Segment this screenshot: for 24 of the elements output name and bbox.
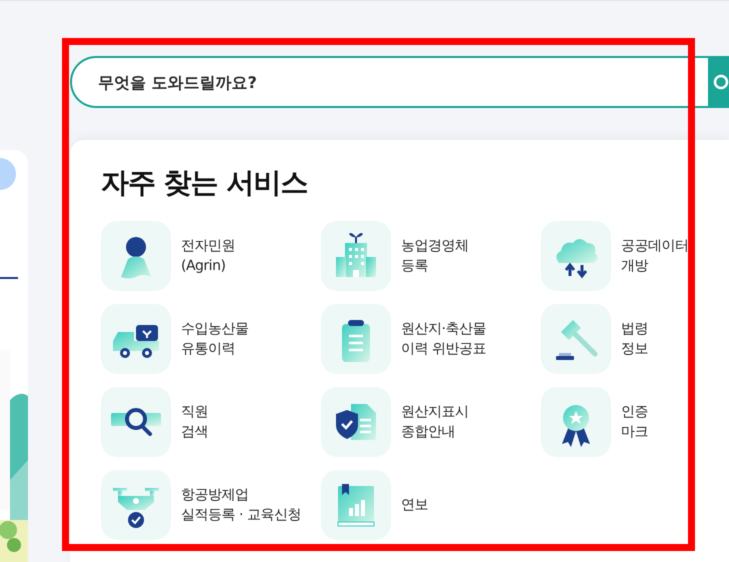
service-item[interactable]: 농업경영체 등록 (321, 221, 468, 291)
service-label: 법령 정보 (621, 320, 648, 359)
search-field[interactable]: 무엇을 도와드릴까요? (70, 56, 708, 108)
service-item[interactable]: 법령 정보 (541, 304, 648, 374)
service-item[interactable]: 전자민원 (Agrin) (101, 221, 235, 291)
service-label: 항공방제업 실적등록 · 교육신청 (181, 486, 301, 525)
service-label: 농업경영체 등록 (401, 237, 468, 276)
service-label: 원산지표시 종합안내 (401, 403, 468, 442)
service-item[interactable]: 직원 검색 (101, 387, 208, 457)
service-label: 직원 검색 (181, 403, 208, 442)
service-label: 연보 (401, 496, 428, 515)
service-label: 수입농산물 유통이력 (181, 320, 248, 359)
service-item[interactable]: 인증 마크 (541, 387, 648, 457)
service-item[interactable]: 수입농산물 유통이력 (101, 304, 248, 374)
service-item[interactable]: 항공방제업 실적등록 · 교육신청 (101, 470, 301, 540)
service-label: 전자민원 (Agrin) (181, 237, 235, 276)
service-label: 인증 마크 (621, 403, 648, 442)
service-label: 공공데이터 개방 (621, 237, 688, 276)
service-item[interactable]: 원산지표시 종합안내 (321, 387, 468, 457)
service-item[interactable]: 연보 (321, 470, 428, 540)
section-title: 자주 찾는 서비스 (101, 166, 308, 200)
service-label: 원산지·축산물 이력 위반공표 (401, 320, 486, 359)
service-item[interactable]: 원산지·축산물 이력 위반공표 (321, 304, 486, 374)
service-item[interactable]: 공공데이터 개방 (541, 221, 688, 291)
